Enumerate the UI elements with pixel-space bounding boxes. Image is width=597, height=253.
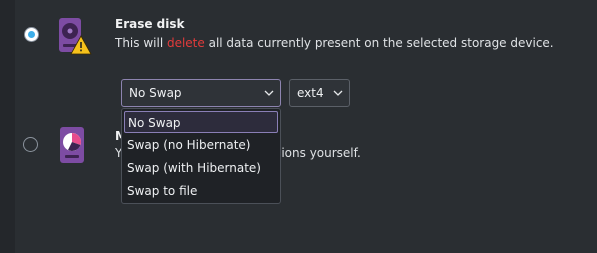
swap-option-with-hibernate[interactable]: Swap (with Hibernate)	[124, 157, 278, 179]
swap-option-no-swap[interactable]: No Swap	[124, 111, 278, 133]
swap-dropdown-value: No Swap	[129, 86, 182, 100]
erase-disk-radio[interactable]	[24, 27, 39, 42]
left-panel-edge	[0, 0, 15, 253]
manual-partitioning-radio[interactable]	[23, 137, 38, 152]
erase-disk-title: Erase disk	[115, 17, 185, 31]
erase-disk-description: This will delete all data currently pres…	[115, 36, 554, 50]
disk-pie-icon	[60, 127, 84, 163]
chevron-down-icon	[264, 90, 274, 96]
delete-warning-word: delete	[166, 36, 205, 50]
swap-dropdown[interactable]: No Swap	[121, 79, 281, 107]
swap-option-swap-to-file[interactable]: Swap to file	[124, 180, 278, 202]
chevron-down-icon	[333, 90, 343, 96]
filesystem-dropdown[interactable]: ext4	[289, 79, 350, 107]
filesystem-dropdown-value: ext4	[297, 86, 324, 100]
swap-option-no-hibernate[interactable]: Swap (no Hibernate)	[124, 134, 278, 156]
disk-warning-icon	[59, 18, 92, 55]
swap-options-popup: No Swap Swap (no Hibernate) Swap (with H…	[121, 108, 281, 204]
